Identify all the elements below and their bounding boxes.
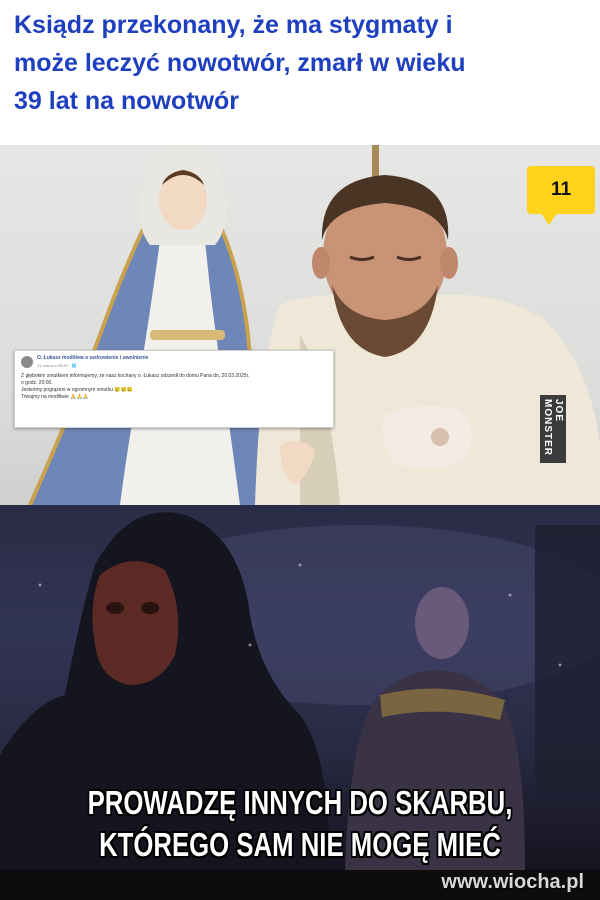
post-body: Z głębokim smutkiem informujemy, że nasz…	[21, 373, 327, 401]
meme-panel: PROWADZĘ INNYCH DO SKARBU, KTÓREGO SAM N…	[0, 505, 600, 870]
side-watermark: JOE MONSTER	[540, 395, 566, 463]
post-date: 21 marca o 08:51 · 🌐	[37, 363, 77, 368]
headline-panel: Ksiądz przekonany, że ma stygmaty i może…	[0, 0, 600, 145]
photo-panel: 11 JOE MONSTER O. Łukasz modlitwa o uzdr…	[0, 145, 600, 505]
facebook-post-card: O. Łukasz modlitwa o uzdrowienie i uwoln…	[14, 350, 334, 428]
comment-count-badge[interactable]: 11	[527, 166, 595, 225]
post-line: Trwajmy na modlitwie 🙏🙏🙏	[21, 394, 89, 400]
post-line: o godz. 20:00.	[21, 380, 53, 386]
post-line: Jesteśmy pogrążeni w ogromnym smutku 😢😢😢	[21, 387, 134, 393]
footer-strip: www.wiocha.pl	[0, 870, 600, 900]
headline-title: Ksiądz przekonany, że ma stygmaty i może…	[14, 11, 466, 115]
post-header: O. Łukasz modlitwa o uzdrowienie i uwoln…	[21, 355, 327, 369]
avatar	[21, 356, 33, 368]
post-line: Z głębokim smutkiem informujemy, że nasz…	[21, 373, 250, 379]
meme-image: Ksiądz przekonany, że ma stygmaty i może…	[0, 0, 600, 900]
post-page-name: O. Łukasz modlitwa o uzdrowienie i uwoln…	[37, 355, 149, 361]
photo-illustration	[28, 145, 600, 505]
site-watermark: www.wiocha.pl	[441, 871, 584, 893]
meme-caption: PROWADZĘ INNYCH DO SKARBU, KTÓREGO SAM N…	[87, 784, 513, 863]
